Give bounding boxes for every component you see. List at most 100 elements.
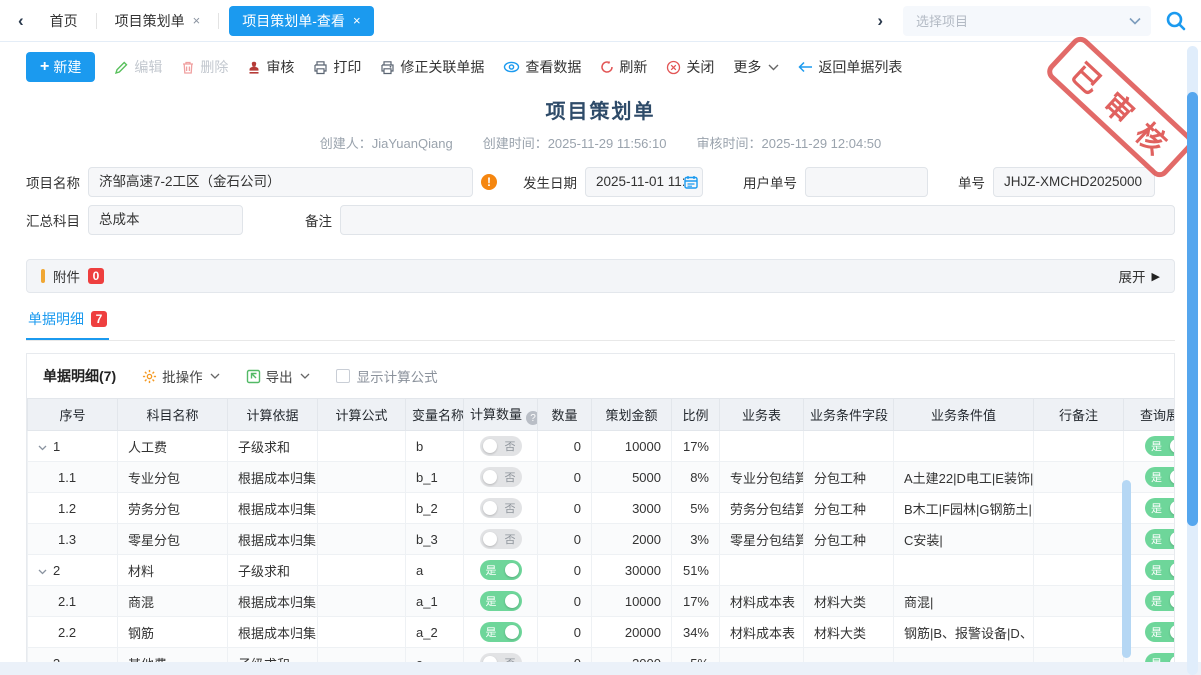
toggle-knob — [483, 501, 497, 515]
user-no-field[interactable] — [805, 167, 928, 197]
cell-seq: 1.2 — [28, 493, 118, 524]
display-toggle[interactable]: 是 — [1145, 529, 1175, 549]
toggle-knob — [1170, 625, 1175, 639]
detail-tabs: 单据明细 7 — [26, 309, 1175, 341]
display-toggle[interactable]: 是 — [1145, 560, 1175, 580]
cell-calc_qty: 是 — [464, 555, 538, 586]
row-expand-icon[interactable] — [38, 445, 47, 451]
cell-ratio: 17% — [672, 586, 720, 617]
cell-seq: 1.3 — [28, 524, 118, 555]
display-toggle[interactable]: 是 — [1145, 622, 1175, 642]
page-scrollbar[interactable] — [1187, 46, 1198, 675]
display-toggle[interactable]: 是 — [1145, 591, 1175, 611]
view-data-button[interactable]: 查看数据 — [503, 57, 581, 77]
cell-biz_table — [720, 555, 804, 586]
column-header-10: 业务条件字段 — [804, 399, 894, 431]
calc-qty-toggle[interactable]: 否 — [480, 467, 522, 487]
calc-qty-toggle[interactable]: 是 — [480, 622, 522, 642]
calc-qty-toggle[interactable]: 是 — [480, 591, 522, 611]
delete-button[interactable]: 删除 — [181, 57, 228, 77]
cell-calc_qty: 是 — [464, 586, 538, 617]
edit-button[interactable]: 编辑 — [114, 57, 162, 77]
calc-qty-toggle[interactable]: 否 — [480, 436, 522, 456]
cell-biz_value: B木工|F园林|G钢筋土| — [894, 493, 1034, 524]
expand-label: 展开 — [1119, 266, 1146, 286]
calc-qty-toggle[interactable]: 否 — [480, 529, 522, 549]
display-toggle[interactable]: 是 — [1145, 436, 1175, 456]
column-header-12: 行备注 — [1034, 399, 1124, 431]
doc-no-field[interactable]: JHJZ-XMCHD2025000 — [993, 167, 1155, 197]
cell-formula — [318, 586, 406, 617]
calendar-icon[interactable] — [684, 175, 698, 189]
display-toggle[interactable]: 是 — [1145, 498, 1175, 518]
batch-operation-button[interactable]: 批操作 — [142, 366, 220, 386]
cell-row_remark — [1034, 462, 1124, 493]
toggle-knob — [1170, 532, 1175, 546]
tab-divider — [218, 13, 219, 29]
project-name-field[interactable]: 济邹高速7-2工区（金石公司） — [88, 167, 473, 197]
export-icon — [246, 369, 261, 384]
toolbar: + 新建 编辑 删除 审核 打印 修正关联单据 查看数据 刷新 — [26, 52, 1175, 82]
forward-chevron-icon[interactable]: › — [869, 11, 891, 31]
new-button[interactable]: + 新建 — [26, 52, 95, 82]
cell-subject: 材料 — [118, 555, 228, 586]
refresh-button[interactable]: 刷新 — [600, 57, 647, 77]
tab-project-plan-view[interactable]: 项目策划单-查看 × — [229, 6, 373, 36]
tab-detail-list[interactable]: 单据明细 7 — [26, 309, 109, 340]
project-select[interactable]: 选择项目 — [903, 6, 1151, 36]
cell-display: 是 — [1124, 431, 1176, 462]
print-button[interactable]: 打印 — [313, 57, 361, 77]
toggle-label: 是 — [1151, 469, 1162, 485]
row-expand-icon[interactable] — [38, 569, 47, 575]
help-icon[interactable]: ? — [526, 411, 537, 425]
expand-button[interactable]: 展开 ▶ — [1119, 266, 1160, 286]
summary-subject-field[interactable]: 总成本 — [88, 205, 243, 235]
cell-display: 是 — [1124, 462, 1176, 493]
creator-meta: 创建人：JiaYuanQiang — [320, 133, 453, 152]
cell-ratio: 51% — [672, 555, 720, 586]
cell-ratio: 34% — [672, 617, 720, 648]
cell-display: 是 — [1124, 617, 1176, 648]
tab-project-plan[interactable]: 项目策划单 × — [97, 0, 219, 42]
tab-close-icon[interactable]: × — [353, 13, 361, 28]
cell-biz_field — [804, 555, 894, 586]
warning-icon[interactable]: ! — [481, 174, 497, 190]
cell-biz_value — [894, 555, 1034, 586]
page-scrollbar-thumb[interactable] — [1187, 92, 1198, 526]
delete-label: 删除 — [200, 57, 228, 77]
audit-button[interactable]: 审核 — [247, 57, 294, 77]
export-button[interactable]: 导出 — [246, 366, 310, 386]
tab-home[interactable]: 首页 — [32, 0, 96, 42]
back-chevron-icon[interactable]: ‹ — [10, 11, 32, 31]
cell-row_remark — [1034, 586, 1124, 617]
search-icon[interactable] — [1165, 10, 1187, 32]
cell-qty: 0 — [538, 462, 592, 493]
display-toggle[interactable]: 是 — [1145, 467, 1175, 487]
column-header-6: 数量 — [538, 399, 592, 431]
cell-variable: a — [406, 555, 464, 586]
cell-row_remark — [1034, 555, 1124, 586]
close-button[interactable]: 关闭 — [666, 57, 714, 77]
calc-qty-toggle[interactable]: 否 — [480, 498, 522, 518]
arrow-left-icon — [798, 61, 813, 73]
remark-field[interactable] — [340, 205, 1175, 235]
toggle-label: 是 — [486, 593, 497, 609]
more-button[interactable]: 更多 — [733, 57, 779, 77]
cell-biz_value: C安装| — [894, 524, 1034, 555]
show-formula-checkbox[interactable] — [336, 369, 350, 383]
eye-icon — [503, 60, 520, 74]
toggle-label: 是 — [486, 624, 497, 640]
occur-date-field[interactable]: 2025-11-01 11:47: — [585, 167, 703, 197]
remark-label: 备注 — [305, 210, 332, 230]
back-to-list-button[interactable]: 返回单据列表 — [798, 57, 902, 77]
chevron-down-icon — [300, 373, 310, 379]
attachment-bar[interactable]: 附件 0 展开 ▶ — [26, 259, 1175, 293]
table-body: 1人工费子级求和b否01000017%是1.1专业分包根据成本归集b_1否050… — [28, 431, 1176, 675]
tab-close-icon[interactable]: × — [193, 13, 201, 28]
fix-linked-button[interactable]: 修正关联单据 — [380, 57, 484, 77]
table-header-row: 序号科目名称计算依据计算公式变量名称计算数量?数量策划金额比例业务表业务条件字段… — [28, 399, 1176, 431]
calc-qty-toggle[interactable]: 是 — [480, 560, 522, 580]
toggle-knob — [1170, 501, 1175, 515]
toggle-label: 是 — [1151, 562, 1162, 578]
table-scrollbar-thumb[interactable] — [1122, 480, 1131, 658]
